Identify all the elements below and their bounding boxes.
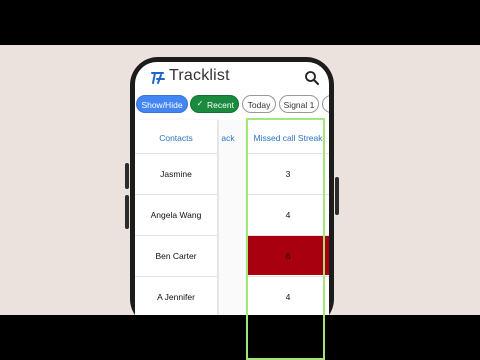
today-chip[interactable]: Today	[242, 95, 276, 113]
streak-cell[interactable]: 4	[247, 194, 329, 234]
missed-call-streak-column: Missed call Streak 3 4 6 4	[247, 120, 329, 315]
tracklist-table: Contacts Jasmine Angela Wang Ben Carter …	[135, 120, 329, 315]
recent-chip[interactable]: ✓ Recent	[190, 95, 239, 113]
signal-1-chip[interactable]: Signal 1	[279, 95, 319, 113]
contact-cell[interactable]: A Jennifer	[135, 276, 217, 315]
partial-column-header[interactable]: ack	[211, 120, 245, 157]
contact-cell[interactable]: Angela Wang	[135, 194, 217, 234]
streak-cell-highlighted[interactable]: 6	[247, 235, 329, 275]
show-hide-chip[interactable]: Show/Hide	[136, 95, 188, 113]
phone-side-button	[125, 195, 129, 229]
chip-label: Show/Hide	[141, 100, 183, 110]
contacts-column: Contacts Jasmine Angela Wang Ben Carter …	[135, 120, 217, 315]
search-icon[interactable]	[303, 69, 321, 87]
phone-side-button	[335, 177, 339, 215]
video-stage: Tracklist Show/Hide ✓ Recent Today Signa…	[0, 45, 480, 315]
filter-chips: Show/Hide ✓ Recent Today Signal 1	[135, 95, 329, 117]
app-title: Tracklist	[169, 67, 230, 84]
chip-label: Signal 1	[283, 100, 315, 110]
tracklist-logo-icon	[150, 70, 166, 86]
streak-cell[interactable]: 4	[247, 276, 329, 315]
contact-cell[interactable]: Jasmine	[135, 153, 217, 193]
phone-screen: Tracklist Show/Hide ✓ Recent Today Signa…	[135, 62, 329, 315]
streak-cell[interactable]: 3	[247, 153, 329, 193]
partial-column: ack	[219, 120, 245, 315]
app-bar: Tracklist	[135, 62, 329, 96]
contact-cell[interactable]: Ben Carter	[135, 235, 217, 275]
missed-call-streak-header[interactable]: Missed call Streak	[247, 120, 329, 157]
contacts-header[interactable]: Contacts	[135, 120, 217, 157]
phone-side-button	[125, 163, 129, 189]
more-chip[interactable]	[322, 95, 329, 113]
chip-label: Recent	[207, 100, 234, 110]
check-icon: ✓	[194, 98, 206, 110]
chip-label: Today	[247, 100, 271, 110]
